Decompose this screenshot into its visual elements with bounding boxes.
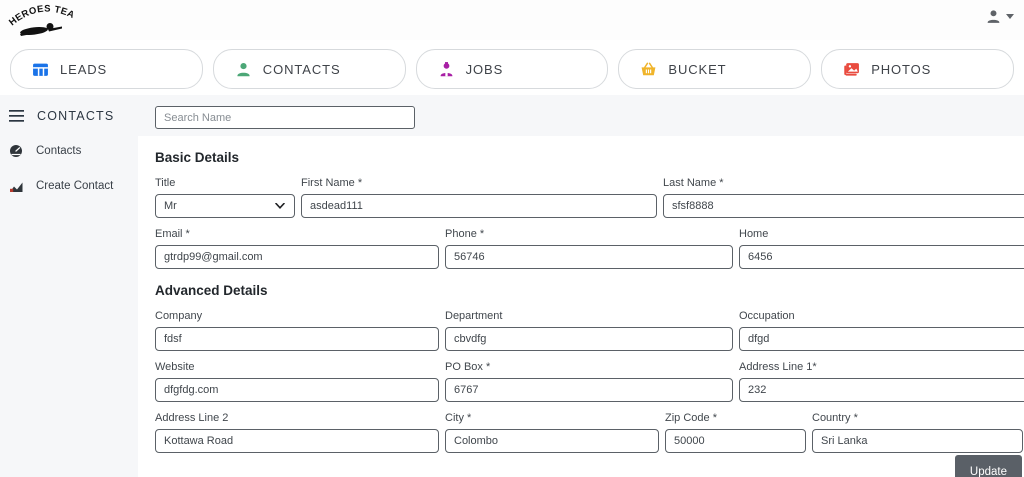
address-line-1-label: Address Line 1* <box>739 361 817 373</box>
form-row: Email * Phone * Home <box>155 228 1024 269</box>
phone-label: Phone * <box>445 228 485 240</box>
department-label: Department <box>445 310 503 322</box>
po-box-label: PO Box * <box>445 361 491 373</box>
tab-jobs[interactable]: JOBS <box>415 49 609 89</box>
sidebar-item-label: Create Contact <box>36 180 114 192</box>
tab-leads[interactable]: LEADS <box>10 49 203 89</box>
chevron-down-icon <box>1006 14 1014 19</box>
app-header: HEROES TEAM <box>0 0 1024 40</box>
zip-code-input[interactable] <box>665 429 806 453</box>
website-label: Website <box>155 361 195 373</box>
city-input[interactable] <box>445 429 659 453</box>
home-input[interactable] <box>739 245 1024 269</box>
city-label: City * <box>445 412 472 424</box>
update-button[interactable]: Update <box>954 455 1022 477</box>
sidebar: CONTACTS Contacts Create Contact <box>0 95 138 477</box>
person-job-icon <box>438 61 455 78</box>
sidebar-item-create-contact[interactable]: Create Contact <box>0 179 138 193</box>
phone-input[interactable] <box>445 245 733 269</box>
tab-contacts[interactable]: CONTACTS <box>212 49 406 89</box>
po-box-input[interactable] <box>445 378 733 402</box>
sidebar-title: CONTACTS <box>37 109 115 123</box>
chevron-down-icon <box>275 203 285 209</box>
user-icon <box>987 10 1000 23</box>
dashboard-gauge-icon <box>9 144 23 158</box>
advanced-details-heading: Advanced Details <box>155 283 268 298</box>
zip-code-label: Zip Code * <box>665 412 717 424</box>
occupation-input[interactable] <box>739 327 1024 351</box>
tab-bucket[interactable]: BUCKET <box>618 49 812 89</box>
user-menu[interactable] <box>985 8 1014 25</box>
basket-icon <box>640 61 657 78</box>
person-icon <box>235 61 252 78</box>
tab-photos[interactable]: PHOTOS <box>821 49 1014 89</box>
basic-details-heading: Basic Details <box>155 150 240 165</box>
last-name-label: Last Name * <box>663 177 724 189</box>
address-line-2-input[interactable] <box>155 429 439 453</box>
occupation-label: Occupation <box>739 310 795 322</box>
tab-label: BUCKET <box>668 61 727 77</box>
svg-text:HEROES TEAM: HEROES TEAM <box>4 0 76 28</box>
email-label: Email * <box>155 228 190 240</box>
tab-label: PHOTOS <box>871 61 932 77</box>
title-select-value: Mr <box>164 200 177 212</box>
address-line-2-label: Address Line 2 <box>155 412 229 424</box>
main-nav-tabs: LEADS CONTACTS JOBS BUCKET PHOTOS <box>0 45 1024 91</box>
sidebar-header: CONTACTS <box>0 95 138 123</box>
photo-icon <box>843 61 860 78</box>
country-label: Country * <box>812 412 858 424</box>
form-row: Title Mr First Name * Last Name * <box>155 177 1024 218</box>
logo-text: HEROES TEAM <box>0 0 76 28</box>
last-name-input[interactable] <box>663 194 1024 218</box>
form-row: Website PO Box * Address Line 1* <box>155 361 1024 402</box>
first-name-label: First Name * <box>301 177 363 189</box>
title-label: Title <box>155 177 176 189</box>
content-area: CONTACTS Contacts Create Contact Search … <box>0 95 1024 477</box>
contact-form-panel: Basic Details Title Mr First Name * Last… <box>138 136 1024 477</box>
heroes-team-logo-icon: HEROES TEAM <box>0 0 76 36</box>
country-input[interactable] <box>812 429 1023 453</box>
department-input[interactable] <box>445 327 733 351</box>
company-label: Company <box>155 310 203 322</box>
first-name-input[interactable] <box>301 194 657 218</box>
address-line-1-input[interactable] <box>739 378 1024 402</box>
tab-label: LEADS <box>60 61 108 77</box>
sidebar-item-label: Contacts <box>36 145 82 157</box>
chart-icon <box>9 179 23 193</box>
form-row: Company Department Occupation <box>155 310 1024 351</box>
company-input[interactable] <box>155 327 439 351</box>
table-icon <box>32 61 49 78</box>
search-input[interactable] <box>155 106 415 129</box>
form-row: Address Line 2 City * Zip Code * Country… <box>155 412 1024 453</box>
heroes-team-logo[interactable]: HEROES TEAM <box>0 0 84 40</box>
website-input[interactable] <box>155 378 439 402</box>
tab-label: JOBS <box>465 61 504 77</box>
sidebar-item-contacts[interactable]: Contacts <box>0 144 138 158</box>
title-select[interactable]: Mr <box>155 194 295 218</box>
tab-label: CONTACTS <box>262 61 341 77</box>
email-input[interactable] <box>155 245 439 269</box>
home-label: Home <box>739 228 769 240</box>
menu-icon[interactable] <box>9 110 24 122</box>
